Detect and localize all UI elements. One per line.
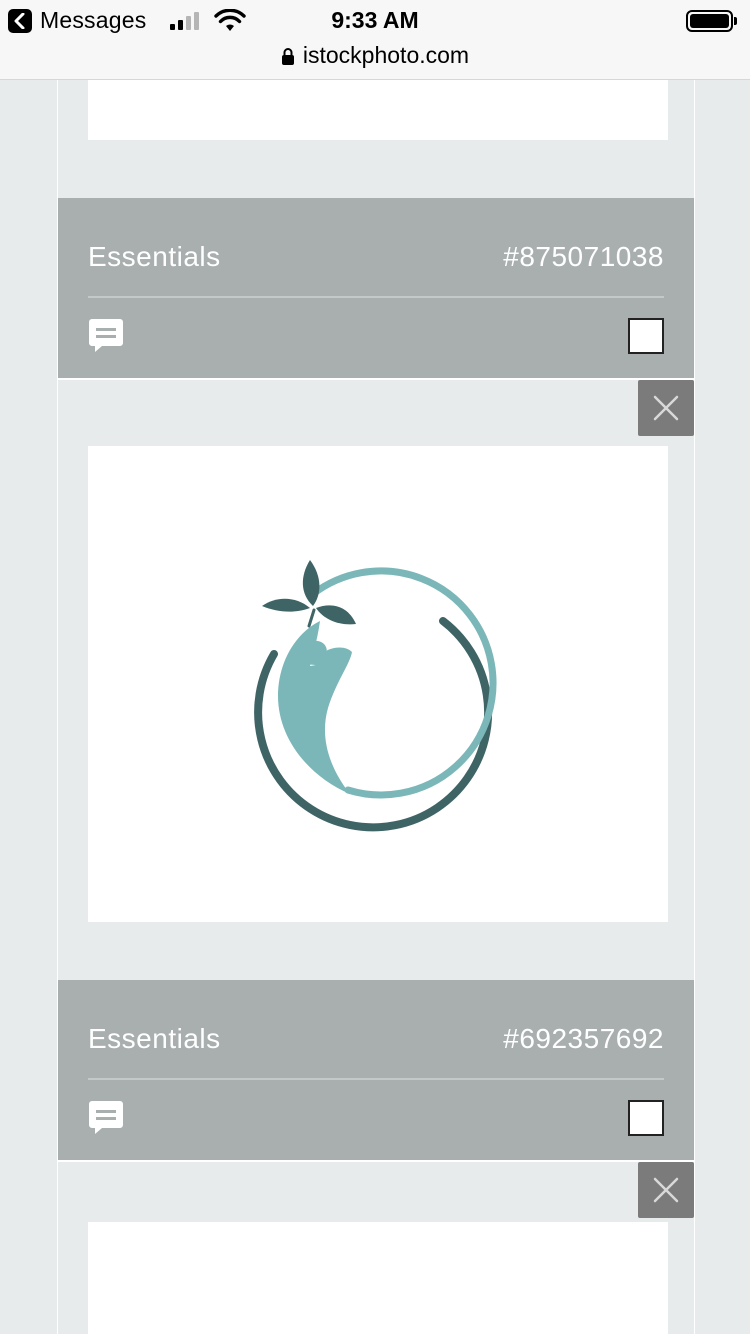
- image-card-thumbnail[interactable]: [88, 446, 668, 922]
- image-id: #692357692: [503, 1023, 664, 1054]
- browser-top-bar: Messages 9:33 AM istockphoto.com: [0, 0, 750, 80]
- divider: [58, 1160, 694, 1162]
- select-checkbox[interactable]: [628, 318, 664, 354]
- address-bar[interactable]: istockphoto.com: [0, 42, 750, 69]
- wellness-logo-image: [254, 560, 497, 832]
- status-time: 9:33 AM: [331, 7, 419, 33]
- image-card-next[interactable]: [88, 1222, 668, 1334]
- image-card-previous[interactable]: [88, 80, 668, 140]
- select-checkbox[interactable]: [628, 1100, 664, 1136]
- image-info-bar: Essentials #692357692: [58, 980, 694, 1160]
- divider: [88, 296, 664, 298]
- close-button[interactable]: [638, 1162, 694, 1218]
- lock-icon: [281, 48, 294, 65]
- collection-label: Essentials: [88, 241, 221, 272]
- url-domain: istockphoto.com: [302, 42, 470, 68]
- comment-icon[interactable]: [88, 317, 124, 353]
- close-button[interactable]: [638, 380, 694, 436]
- divider: [88, 1078, 664, 1080]
- divider: [58, 378, 694, 380]
- comment-icon[interactable]: [88, 1099, 124, 1135]
- image-id: #875071038: [503, 241, 664, 272]
- collection-label: Essentials: [88, 1023, 221, 1054]
- battery-icon: [686, 10, 738, 32]
- image-info-bar: Essentials #875071038: [58, 198, 694, 378]
- close-icon: [653, 395, 679, 421]
- close-icon: [653, 1177, 679, 1203]
